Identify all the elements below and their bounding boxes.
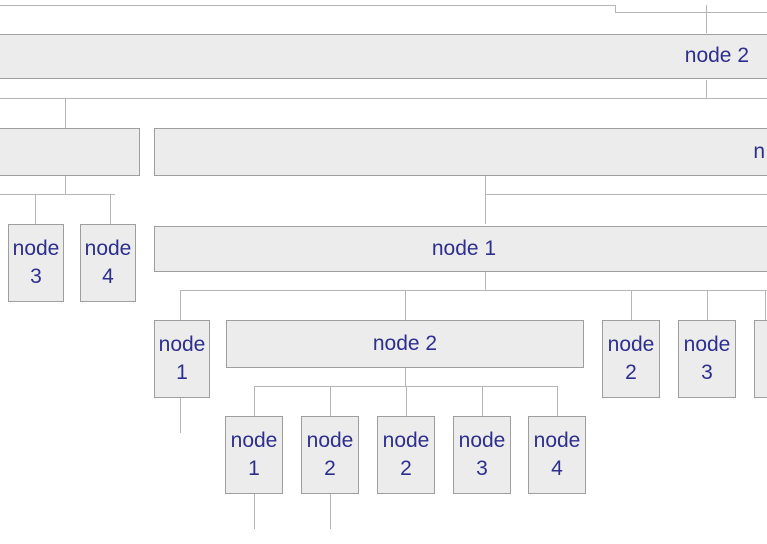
line: [0, 5, 615, 6]
line: [706, 5, 707, 33]
node-gc-2b[interactable]: node 2: [377, 416, 435, 494]
node-child-4[interactable]: [754, 320, 767, 398]
line: [330, 386, 331, 416]
line: [65, 98, 66, 128]
node-top-bar[interactable]: node 2: [0, 34, 767, 79]
line: [330, 494, 331, 529]
node-child-2b[interactable]: node 2: [602, 320, 660, 398]
line: [65, 176, 66, 194]
node-label: node 1: [226, 427, 282, 484]
node-label: node 2: [603, 331, 659, 388]
line: [485, 194, 486, 224]
node-1-wide[interactable]: node 1: [154, 226, 767, 272]
line: [0, 98, 767, 99]
line: [180, 398, 181, 433]
line: [765, 290, 766, 320]
line: [482, 386, 483, 416]
node-label: node 2: [378, 427, 434, 484]
line: [485, 194, 767, 195]
line: [706, 80, 707, 98]
line: [35, 194, 36, 224]
line: [485, 176, 486, 194]
node-gc-3[interactable]: node 3: [453, 416, 511, 494]
line: [406, 386, 407, 416]
node-gc-2[interactable]: node 2: [301, 416, 359, 494]
line: [631, 290, 632, 320]
node-label: n: [753, 138, 765, 166]
watermark: 19JP.COM: [618, 508, 759, 540]
node-gc-4[interactable]: node 4: [528, 416, 586, 494]
line: [707, 290, 708, 320]
node-label: node 2: [373, 330, 437, 358]
node-child-3[interactable]: node 3: [678, 320, 736, 398]
line: [180, 290, 767, 291]
node-label: node 1: [432, 235, 496, 263]
line: [180, 290, 181, 320]
node-4[interactable]: node 4: [80, 224, 136, 302]
node-label: node 1: [155, 331, 209, 388]
node-gc-1[interactable]: node 1: [225, 416, 283, 494]
line: [0, 194, 115, 195]
line: [110, 194, 111, 224]
node-label: node 4: [81, 235, 135, 292]
line: [485, 272, 486, 290]
node-label: node 2: [685, 42, 749, 70]
node-label: node 4: [529, 427, 585, 484]
node-label: node 3: [679, 331, 735, 388]
node-mid-left[interactable]: [0, 128, 140, 176]
line: [254, 494, 255, 529]
line: [405, 368, 406, 386]
node-3[interactable]: node 3: [8, 224, 64, 302]
node-label: node 3: [454, 427, 510, 484]
node-mid-right[interactable]: n: [154, 128, 767, 176]
line: [615, 12, 767, 13]
node-label: node 3: [9, 235, 63, 292]
line: [254, 386, 255, 416]
line: [405, 290, 406, 320]
node-child-2[interactable]: node 2: [226, 320, 584, 368]
line: [557, 386, 558, 416]
node-child-1[interactable]: node 1: [154, 320, 210, 398]
node-label: node 2: [302, 427, 358, 484]
